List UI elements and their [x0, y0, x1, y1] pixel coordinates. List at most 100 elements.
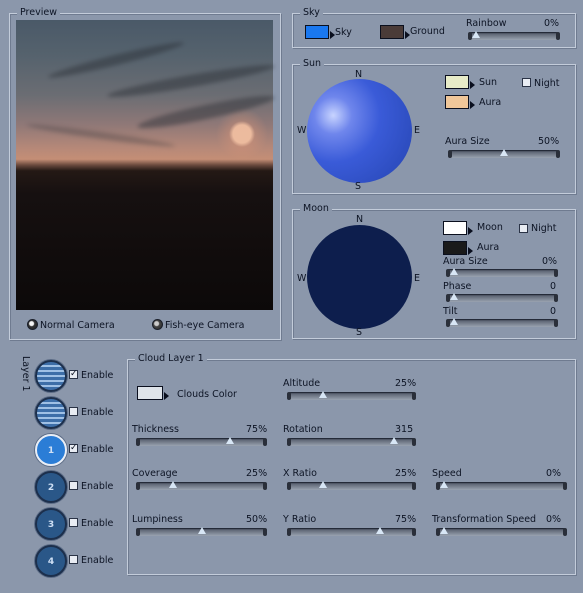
x-ratio-label: X Ratio — [283, 468, 317, 479]
sky-title: Sky — [300, 7, 323, 19]
ground-color-label: Ground — [410, 26, 445, 37]
sun-aura-size-label: Aura Size — [445, 136, 490, 147]
lumpiness-label: Lumpiness — [132, 514, 183, 525]
layer-enable-checkbox[interactable] — [69, 407, 78, 416]
thickness-thumb[interactable] — [226, 437, 235, 444]
moon-compass-s: S — [356, 327, 363, 338]
transformation-speed-slider[interactable] — [436, 527, 567, 536]
layer-number: 2 — [47, 483, 55, 493]
y-ratio-slider[interactable] — [287, 527, 416, 536]
moon-position-globe[interactable] — [307, 225, 412, 329]
layer-enable-checkbox[interactable] — [69, 481, 78, 490]
moon-phase-slider[interactable] — [446, 293, 558, 302]
clouds-color-label: Clouds Color — [177, 389, 237, 400]
sky-color-swatch[interactable] — [305, 25, 335, 39]
moon-aura-color-swatch[interactable] — [443, 241, 473, 255]
speed-slider[interactable] — [436, 481, 567, 490]
moon-aura-size-thumb[interactable] — [450, 268, 458, 275]
sky-preview-image — [16, 20, 276, 310]
sun-night-checkbox[interactable] — [522, 78, 531, 87]
sun-color-label: Sun — [479, 77, 498, 88]
sun-color-swatch[interactable] — [445, 75, 475, 89]
x-ratio-slider[interactable] — [287, 481, 416, 490]
layer-enable-checkbox[interactable] — [69, 518, 78, 527]
layer-enable-checkbox[interactable] — [69, 555, 78, 564]
x-ratio-thumb[interactable] — [319, 481, 328, 488]
thickness-slider[interactable] — [136, 437, 267, 446]
moon-aura-size-value: 0% — [542, 256, 558, 267]
cloud-layer-icon[interactable]: 2 — [35, 471, 67, 503]
moon-aura-size-slider[interactable] — [446, 268, 558, 277]
lumpiness-slider[interactable] — [136, 527, 267, 536]
layer-enable-label: Enable — [81, 407, 114, 418]
sun-night-label: Night — [534, 78, 560, 89]
normal-camera-radio[interactable] — [27, 319, 38, 330]
coverage-slider[interactable] — [136, 481, 267, 490]
y-ratio-value: 75% — [395, 514, 417, 525]
moon-compass-n: N — [356, 214, 364, 225]
layer-enable-checkbox[interactable]: ✓ — [69, 370, 78, 379]
y-ratio-thumb[interactable] — [375, 527, 384, 534]
thickness-label: Thickness — [132, 424, 179, 435]
transformation-speed-thumb[interactable] — [440, 527, 448, 534]
altitude-thumb[interactable] — [319, 391, 328, 398]
rotation-value: 315 — [395, 424, 414, 435]
moon-phase-label: Phase — [443, 281, 472, 292]
rainbow-value: 0% — [544, 18, 560, 29]
moon-aura-label: Aura — [477, 242, 500, 253]
normal-camera-label[interactable]: Normal Camera — [40, 320, 115, 332]
rainbow-slider-thumb[interactable] — [472, 31, 480, 38]
moon-compass-e: E — [414, 273, 421, 284]
layer-enable-label: Enable — [81, 555, 114, 566]
coverage-thumb[interactable] — [168, 481, 177, 488]
moon-color-label: Moon — [477, 222, 503, 233]
cloud-layer-icon[interactable]: 3 — [35, 508, 67, 540]
cloud-layer-icon[interactable]: 4 — [35, 545, 67, 577]
moon-tilt-value: 0 — [550, 306, 557, 317]
sun-aura-size-thumb[interactable] — [500, 149, 508, 156]
sun-aura-size-slider[interactable] — [448, 149, 560, 158]
moon-aura-size-label: Aura Size — [443, 256, 488, 267]
moon-tilt-thumb[interactable] — [450, 318, 458, 325]
sun-aura-color-swatch[interactable] — [445, 95, 475, 109]
sun-compass-w: W — [297, 125, 307, 136]
layer-column-title: Layer 1 — [20, 356, 31, 392]
cloud-layer-icon[interactable]: 1 — [35, 434, 67, 466]
transformation-speed-label: Transformation Speed — [432, 514, 537, 525]
thickness-value: 75% — [246, 424, 268, 435]
sun-title: Sun — [300, 58, 325, 70]
layer-enable-label: Enable — [81, 518, 114, 529]
y-ratio-label: Y Ratio — [283, 514, 317, 525]
fisheye-camera-label[interactable]: Fish-eye Camera — [165, 320, 244, 332]
moon-color-swatch[interactable] — [443, 221, 473, 235]
moon-tilt-label: Tilt — [443, 306, 458, 317]
rainbow-label: Rainbow — [466, 18, 507, 29]
layer-enable-checkbox[interactable]: ✓ — [69, 444, 78, 453]
moon-night-checkbox[interactable] — [519, 224, 528, 233]
sun-compass-n: N — [355, 69, 363, 80]
moon-title: Moon — [300, 203, 332, 215]
transformation-speed-value: 0% — [546, 514, 562, 525]
moon-phase-value: 0 — [550, 281, 557, 292]
sun-compass-s: S — [355, 181, 362, 192]
stripes-layer-icon[interactable] — [35, 360, 67, 392]
lumpiness-thumb[interactable] — [197, 527, 206, 534]
layer-number: 1 — [47, 446, 55, 456]
fisheye-camera-radio[interactable] — [152, 319, 163, 330]
moon-tilt-slider[interactable] — [446, 318, 558, 327]
speed-thumb[interactable] — [440, 481, 448, 488]
clouds-color-swatch[interactable] — [137, 386, 169, 400]
sun-position-globe[interactable] — [307, 79, 412, 183]
ground-color-swatch[interactable] — [380, 25, 410, 39]
stripes-layer-icon[interactable] — [35, 397, 67, 429]
speed-label: Speed — [432, 468, 462, 479]
layer-enable-label: Enable — [81, 481, 114, 492]
altitude-slider[interactable] — [287, 391, 416, 400]
rainbow-slider[interactable] — [468, 31, 560, 40]
rotation-thumb[interactable] — [389, 437, 398, 444]
lumpiness-value: 50% — [246, 514, 268, 525]
rotation-slider[interactable] — [287, 437, 416, 446]
moon-night-label: Night — [531, 223, 557, 234]
layer-enable-label: Enable — [81, 370, 114, 381]
moon-phase-thumb[interactable] — [450, 293, 458, 300]
